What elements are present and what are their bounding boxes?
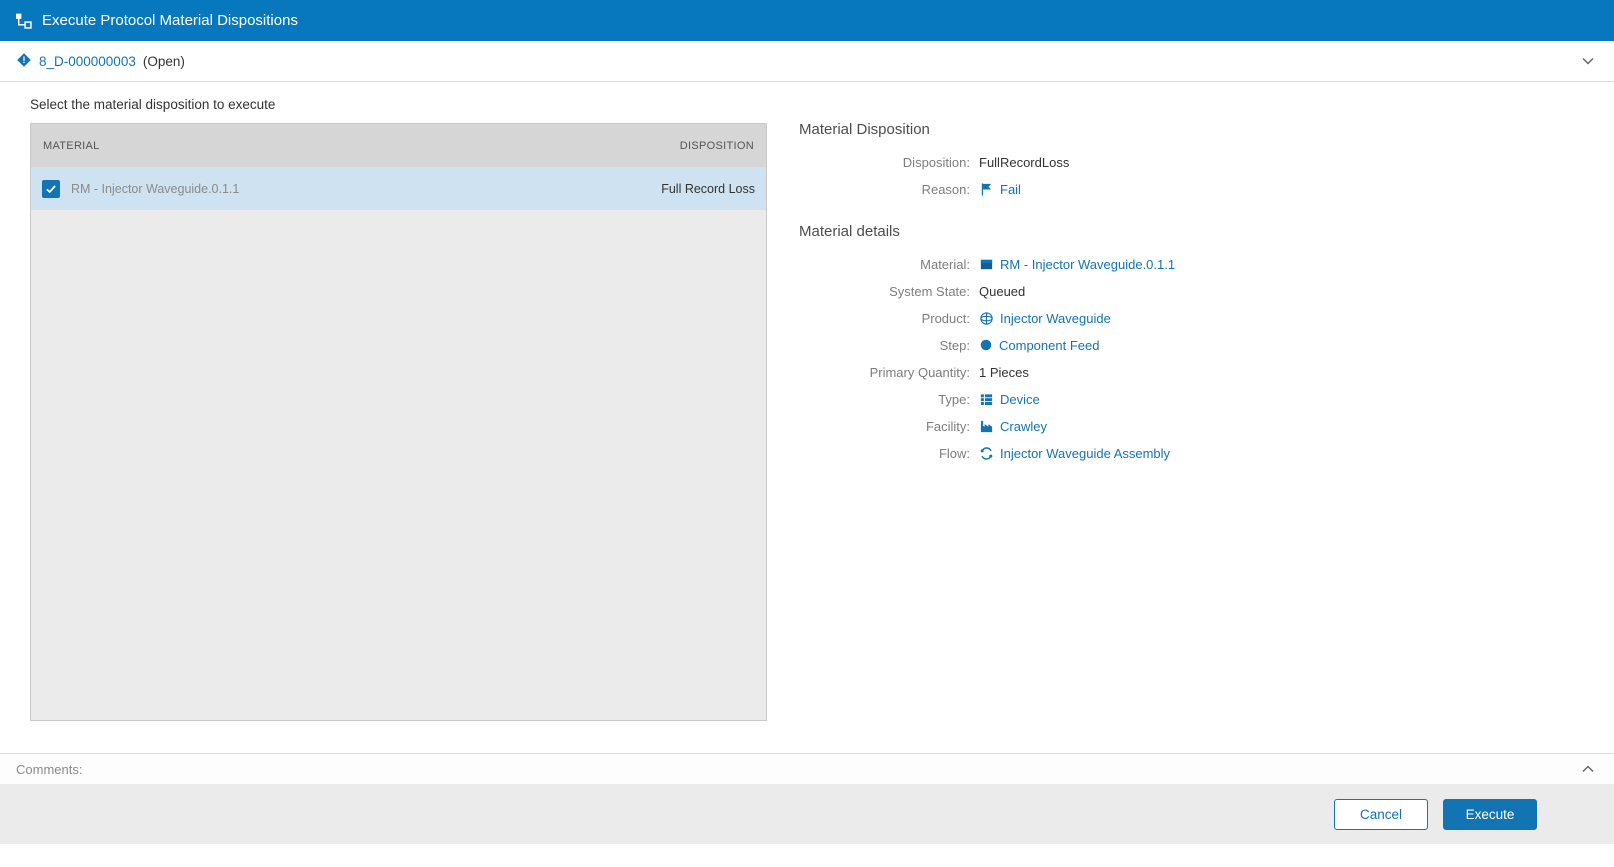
table-row[interactable]: RM - Injector Waveguide.0.1.1 Full Recor… <box>31 167 766 210</box>
flag-icon <box>979 182 994 197</box>
product-icon <box>979 311 994 326</box>
field-label: Material: <box>920 256 970 272</box>
row-disposition-label: Full Record Loss <box>661 181 755 196</box>
field-label: Primary Quantity: <box>869 364 970 380</box>
row-checkbox[interactable] <box>42 179 60 198</box>
material-dispositions-icon <box>15 12 32 29</box>
field-flow: Flow: Injector Waveguide Assembly <box>799 444 1584 462</box>
facility-link[interactable]: Crawley <box>1000 419 1047 434</box>
field-label: Flow: <box>938 445 970 461</box>
system-state-value: Queued <box>979 283 1026 299</box>
section-title-material-details: Material details <box>799 223 900 240</box>
material-link[interactable]: RM - Injector Waveguide.0.1.1 <box>1000 257 1175 272</box>
field-product: Product: Injector Waveguide <box>799 309 1584 327</box>
main-content: Select the material disposition to execu… <box>0 82 1614 753</box>
field-system-state: System State: Queued <box>799 282 1584 300</box>
chevron-down-icon[interactable] <box>1578 51 1598 71</box>
record-status: (Open) <box>142 53 185 69</box>
field-label: System State: <box>889 283 970 299</box>
selection-instruction: Select the material disposition to execu… <box>30 97 276 112</box>
field-step: Step: Component Feed <box>799 336 1584 354</box>
material-icon <box>979 257 994 272</box>
flow-icon <box>979 446 994 461</box>
step-icon <box>979 338 993 352</box>
product-link[interactable]: Injector Waveguide <box>1000 311 1111 326</box>
field-label: Facility: <box>925 418 970 434</box>
reason-link[interactable]: Fail <box>1000 182 1021 197</box>
table-header: MATERIAL DISPOSITION <box>31 124 766 167</box>
flow-link[interactable]: Injector Waveguide Assembly <box>1000 446 1170 461</box>
svg-text:!: ! <box>23 55 26 65</box>
chevron-up-icon[interactable] <box>1578 759 1598 779</box>
comments-bar[interactable]: Comments: <box>0 753 1614 784</box>
field-type: Type: Device <box>799 390 1584 408</box>
disposition-selection-pane: Select the material disposition to execu… <box>30 97 767 753</box>
field-label: Product: <box>921 310 970 326</box>
comments-label: Comments: <box>16 761 83 777</box>
cancel-button[interactable]: Cancel <box>1334 798 1428 830</box>
primary-quantity-value: 1 Pieces <box>979 364 1029 380</box>
field-facility: Facility: Crawley <box>799 417 1584 435</box>
field-value: FullRecordLoss <box>979 154 1070 170</box>
field-reason: Reason: Fail <box>799 180 1584 198</box>
section-title-material-disposition: Material Disposition <box>799 121 930 138</box>
facility-icon <box>979 419 994 434</box>
device-icon <box>979 392 994 407</box>
field-label: Disposition: <box>902 154 970 170</box>
details-pane: Material Disposition Disposition: FullRe… <box>767 97 1584 753</box>
field-label: Reason: <box>921 181 970 197</box>
dialog-title: Execute Protocol Material Dispositions <box>42 12 298 29</box>
execute-button[interactable]: Execute <box>1443 798 1537 830</box>
bottom-strip <box>0 844 1614 867</box>
row-material-label: RM - Injector Waveguide.0.1.1 <box>71 181 240 196</box>
field-material: Material: RM - Injector Waveguide.0.1.1 <box>799 255 1584 273</box>
material-table: MATERIAL DISPOSITION RM - Injector Waveg… <box>30 123 767 721</box>
step-link[interactable]: Component Feed <box>999 338 1099 353</box>
field-label: Type: <box>938 391 970 407</box>
type-link[interactable]: Device <box>1000 392 1040 407</box>
field-primary-quantity: Primary Quantity: 1 Pieces <box>799 363 1584 381</box>
field-label: Step: <box>939 337 970 353</box>
dialog-titlebar: Execute Protocol Material Dispositions <box>0 0 1614 41</box>
table-empty-area <box>31 210 766 720</box>
record-link[interactable]: 8_D-000000003 <box>39 54 136 69</box>
column-header-material: MATERIAL <box>43 139 100 152</box>
dialog-footer: Cancel Execute <box>0 784 1614 844</box>
protocol-alert-icon: ! <box>16 52 32 71</box>
record-bar: ! 8_D-000000003 (Open) <box>0 41 1614 82</box>
column-header-disposition: DISPOSITION <box>679 139 754 152</box>
field-disposition: Disposition: FullRecordLoss <box>799 153 1584 171</box>
